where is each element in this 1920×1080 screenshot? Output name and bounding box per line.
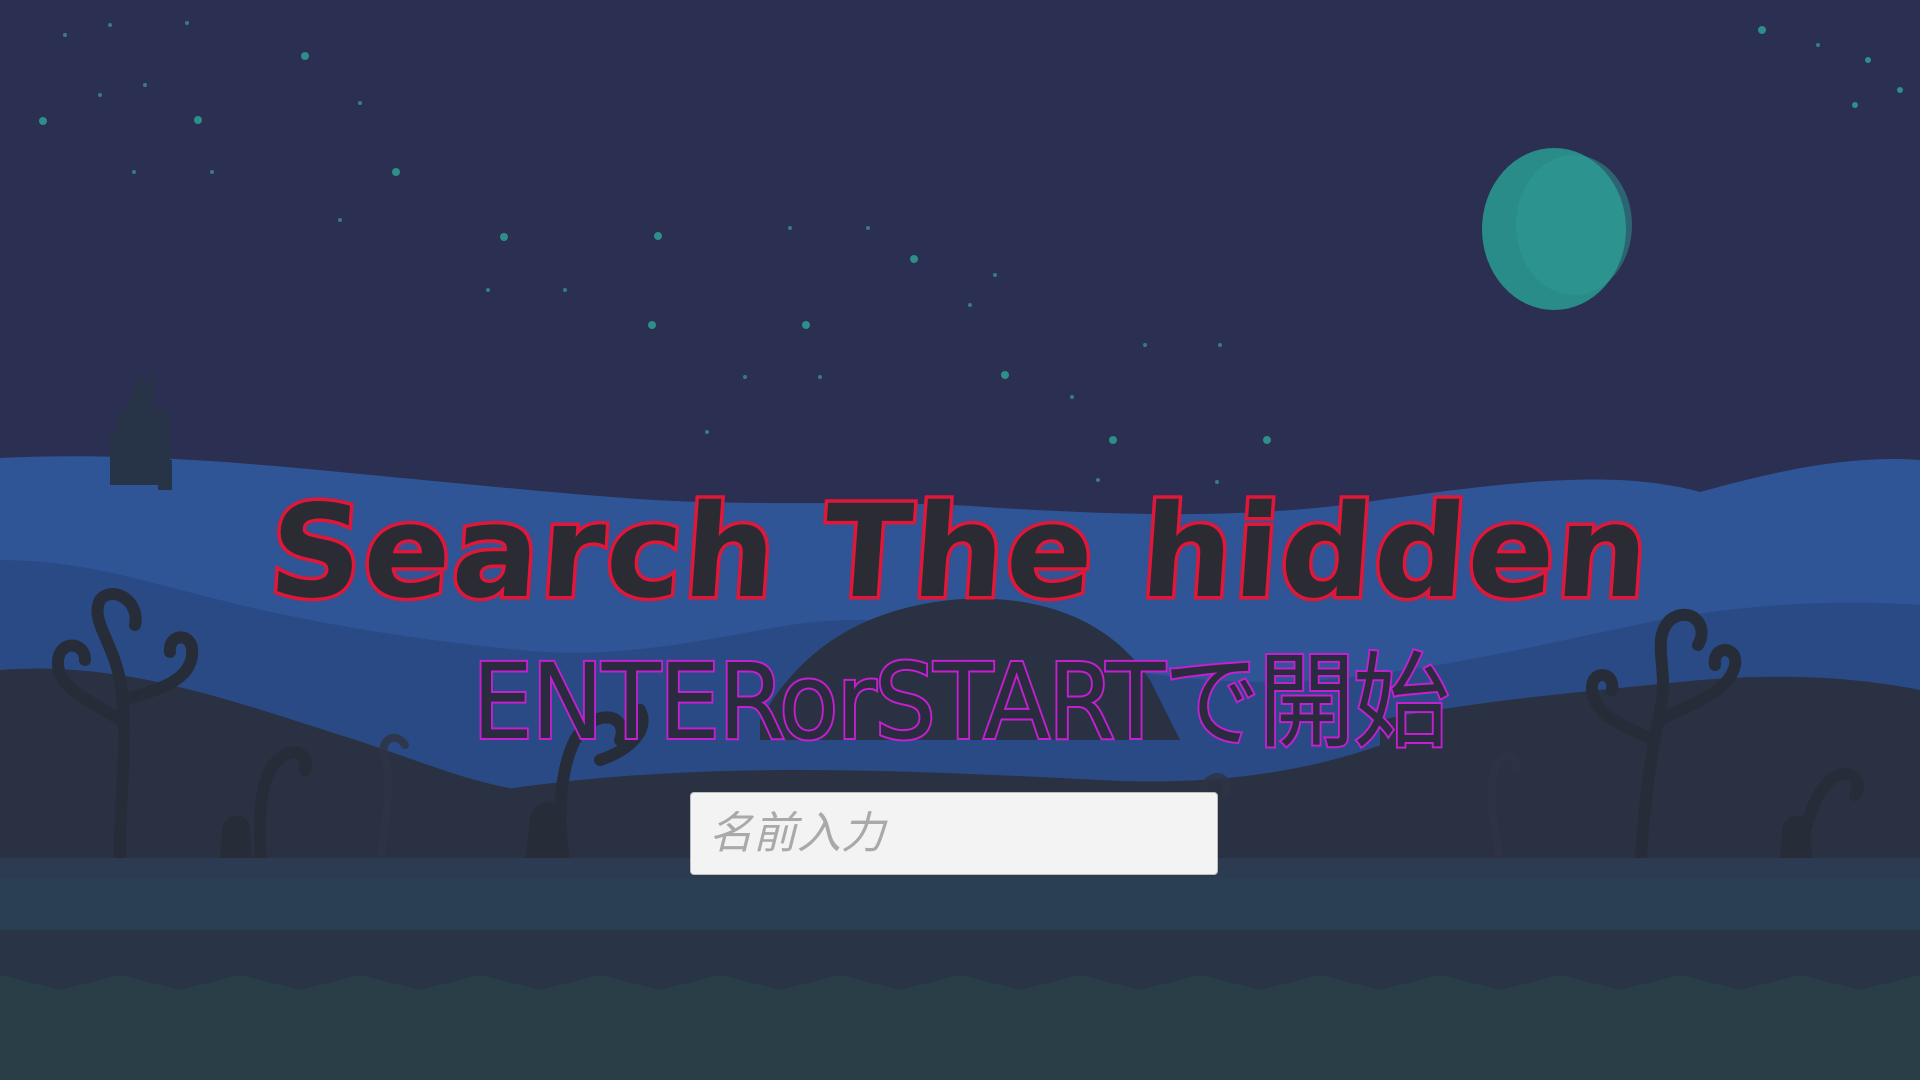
game-title: Search The hidden bbox=[261, 475, 1658, 631]
player-name-input[interactable] bbox=[690, 792, 1218, 875]
game-title-screen: Search The hidden ENTERorSTARTで開始 bbox=[0, 0, 1920, 1080]
start-prompt: ENTERorSTARTで開始 bbox=[470, 639, 1452, 765]
ground-bottom bbox=[0, 975, 1920, 1080]
ground-band bbox=[0, 878, 1920, 930]
